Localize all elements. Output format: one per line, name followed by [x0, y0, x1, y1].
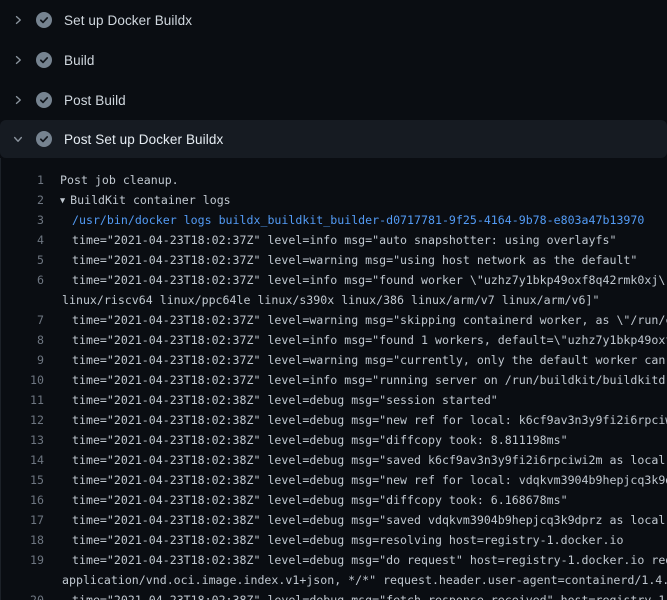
check-circle-icon [36, 92, 52, 108]
log-line-text: time="2021-04-23T18:02:37Z" level=warnin… [44, 350, 667, 370]
step-header[interactable]: Post Set up Docker Buildx [0, 120, 667, 158]
log-line-number[interactable]: 9 [0, 350, 44, 370]
log-line: 13 time="2021-04-23T18:02:38Z" level=deb… [0, 430, 667, 450]
log-line: 8 time="2021-04-23T18:02:37Z" level=info… [0, 330, 667, 350]
log-line: linux/riscv64 linux/ppc64le linux/s390x … [0, 290, 667, 310]
log-line-number[interactable]: 3 [0, 210, 44, 230]
log-line: 3 /usr/bin/docker logs buildx_buildkit_b… [0, 210, 667, 230]
log-line-text: linux/riscv64 linux/ppc64le linux/s390x … [44, 290, 599, 310]
log-line: 15 time="2021-04-23T18:02:38Z" level=deb… [0, 470, 667, 490]
log-line-text: time="2021-04-23T18:02:37Z" level=warnin… [44, 310, 667, 330]
log-line: 6 time="2021-04-23T18:02:37Z" level=info… [0, 270, 667, 290]
log-line-number[interactable]: 1 [0, 170, 44, 190]
check-circle-icon [36, 131, 52, 147]
log-line-number[interactable]: 7 [0, 310, 44, 330]
log-line-number[interactable]: 18 [0, 530, 44, 550]
log-area: 1 Post job cleanup. 2 ▼BuildKit containe… [0, 158, 667, 600]
log-line: 4 time="2021-04-23T18:02:37Z" level=info… [0, 230, 667, 250]
log-line-number[interactable]: 4 [0, 230, 44, 250]
log-line-number[interactable]: 8 [0, 330, 44, 350]
log-line-number [0, 290, 44, 310]
log-line-text: time="2021-04-23T18:02:37Z" level=warnin… [44, 250, 637, 270]
log-line-text: /usr/bin/docker logs buildx_buildkit_bui… [44, 210, 644, 230]
log-line-number[interactable]: 14 [0, 450, 44, 470]
chevron-down-icon [12, 133, 24, 145]
chevron-right-icon [12, 14, 24, 26]
workflow-log-viewer: Set up Docker Buildx Build P [0, 0, 667, 600]
log-line: 5 time="2021-04-23T18:02:37Z" level=warn… [0, 250, 667, 270]
log-line-text: time="2021-04-23T18:02:37Z" level=info m… [44, 330, 667, 350]
log-line-number[interactable]: 12 [0, 410, 44, 430]
log-line-number[interactable]: 17 [0, 510, 44, 530]
log-line-text: time="2021-04-23T18:02:38Z" level=debug … [44, 490, 568, 510]
log-line-text: time="2021-04-23T18:02:38Z" level=debug … [44, 590, 667, 600]
log-line: 12 time="2021-04-23T18:02:38Z" level=deb… [0, 410, 667, 430]
log-line-text: application/vnd.oci.image.index.v1+json,… [44, 570, 667, 590]
log-line-number[interactable]: 2 [0, 190, 44, 210]
log-group-header[interactable]: 2 ▼BuildKit container logs [0, 190, 667, 210]
check-circle-icon [36, 52, 52, 68]
steps-list: Set up Docker Buildx Build P [0, 0, 667, 158]
log-line-number[interactable]: 10 [0, 370, 44, 390]
log-line-number[interactable]: 20 [0, 590, 44, 600]
step-title: Post Build [64, 93, 126, 108]
log-line: 9 time="2021-04-23T18:02:37Z" level=warn… [0, 350, 667, 370]
step-header[interactable]: Post Build [0, 80, 667, 120]
log-line: 16 time="2021-04-23T18:02:38Z" level=deb… [0, 490, 667, 510]
log-line-number[interactable]: 11 [0, 390, 44, 410]
log-line-text: ▼BuildKit container logs [44, 190, 231, 210]
log-line-text: Post job cleanup. [44, 170, 179, 190]
disclosure-triangle-icon: ▼ [60, 196, 65, 206]
log-line: 20 time="2021-04-23T18:02:38Z" level=deb… [0, 590, 667, 600]
log-line-number [0, 570, 44, 590]
step-header[interactable]: Set up Docker Buildx [0, 0, 667, 40]
log-line-text: time="2021-04-23T18:02:37Z" level=info m… [44, 370, 667, 390]
log-line: 14 time="2021-04-23T18:02:38Z" level=deb… [0, 450, 667, 470]
log-line: 10 time="2021-04-23T18:02:37Z" level=inf… [0, 370, 667, 390]
log-line-text: time="2021-04-23T18:02:38Z" level=debug … [44, 410, 667, 430]
log-line-number[interactable]: 19 [0, 550, 44, 570]
step-title: Build [64, 53, 95, 68]
log-line: application/vnd.oci.image.index.v1+json,… [0, 570, 667, 590]
log-line-text: time="2021-04-23T18:02:37Z" level=info m… [44, 270, 667, 290]
log-line: 17 time="2021-04-23T18:02:38Z" level=deb… [0, 510, 667, 530]
log-line-text: time="2021-04-23T18:02:38Z" level=debug … [44, 430, 568, 450]
log-line: 7 time="2021-04-23T18:02:37Z" level=warn… [0, 310, 667, 330]
chevron-right-icon [12, 54, 24, 66]
log-line-text: time="2021-04-23T18:02:38Z" level=debug … [44, 510, 667, 530]
log-line: 11 time="2021-04-23T18:02:38Z" level=deb… [0, 390, 667, 410]
log-line: 18 time="2021-04-23T18:02:38Z" level=deb… [0, 530, 667, 550]
log-line: 1 Post job cleanup. [0, 170, 667, 190]
log-line-number[interactable]: 5 [0, 250, 44, 270]
step-header[interactable]: Build [0, 40, 667, 80]
log-line-number[interactable]: 15 [0, 470, 44, 490]
log-line-text: time="2021-04-23T18:02:37Z" level=info m… [44, 230, 616, 250]
log-line: 19 time="2021-04-23T18:02:38Z" level=deb… [0, 550, 667, 570]
log-line-text: time="2021-04-23T18:02:38Z" level=debug … [44, 390, 498, 410]
log-line-text: time="2021-04-23T18:02:38Z" level=debug … [44, 450, 667, 470]
log-line-text: time="2021-04-23T18:02:38Z" level=debug … [44, 550, 667, 570]
log-line-text: time="2021-04-23T18:02:38Z" level=debug … [44, 470, 667, 490]
log-line-number[interactable]: 13 [0, 430, 44, 450]
step-title: Set up Docker Buildx [64, 13, 192, 28]
log-line-number[interactable]: 16 [0, 490, 44, 510]
log-line-text: time="2021-04-23T18:02:38Z" level=debug … [44, 530, 623, 550]
log-line-number[interactable]: 6 [0, 270, 44, 290]
check-circle-icon [36, 12, 52, 28]
step-title: Post Set up Docker Buildx [64, 132, 223, 147]
chevron-right-icon [12, 94, 24, 106]
